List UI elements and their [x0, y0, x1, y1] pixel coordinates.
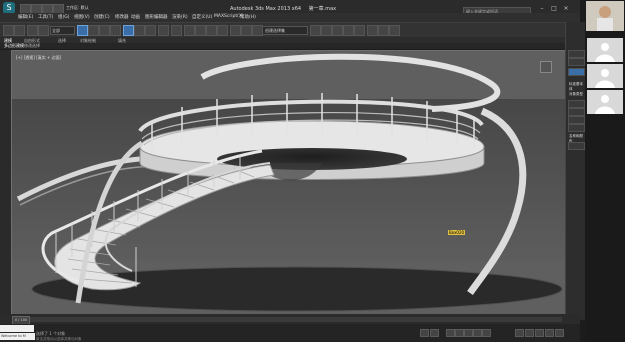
previous-frame-icon[interactable]: [455, 329, 464, 337]
edit-named-selection-icon[interactable]: [230, 25, 241, 36]
unlink-icon[interactable]: [38, 25, 49, 36]
viewcube-icon[interactable]: [540, 61, 552, 73]
menu-modifiers[interactable]: 修改器: [115, 14, 129, 20]
angle-snap-icon[interactable]: [195, 25, 206, 36]
object-category-dropdown[interactable]: [568, 68, 585, 76]
cp-standard-primitives[interactable]: 标准基本体: [569, 82, 586, 92]
presenter-avatar: [586, 1, 624, 31]
go-to-start-icon[interactable]: [446, 329, 455, 337]
schematic-view-icon[interactable]: [343, 25, 354, 36]
video-sidebar: [585, 0, 625, 342]
close-icon[interactable]: ×: [562, 5, 570, 13]
ribbon-panel: 多边形建模 修改选择: [0, 43, 565, 49]
set-key-icon[interactable]: [430, 329, 439, 337]
rendered-frame-window-icon[interactable]: [378, 25, 389, 36]
cp-object-type: 对象类型: [569, 92, 583, 96]
named-selection-set-dropdown[interactable]: 创建选择集: [262, 26, 308, 35]
command-panel: 标准基本体 对象类型 名称和颜色: [565, 22, 586, 320]
track-bar[interactable]: [14, 317, 562, 322]
modify-tab-icon[interactable]: [568, 58, 585, 66]
material-editor-icon[interactable]: [354, 25, 365, 36]
workspace-dropdown[interactable]: 工作区: 默认: [66, 5, 89, 11]
pivot-center-icon[interactable]: [171, 25, 182, 36]
menu-group[interactable]: 组(G): [58, 14, 70, 20]
layer-manager-icon[interactable]: [310, 25, 321, 36]
select-object-icon[interactable]: [77, 25, 88, 36]
zoom-all-icon[interactable]: [525, 329, 534, 337]
maximize-viewport-icon[interactable]: [555, 329, 564, 337]
zoom-icon[interactable]: [515, 329, 524, 337]
participant-tile[interactable]: [587, 90, 623, 114]
menu-rendering[interactable]: 渲染(R): [172, 14, 188, 20]
play-icon[interactable]: [464, 329, 473, 337]
maxscript-listener-input[interactable]: [0, 325, 34, 332]
menu-bar: 编辑(E) 工具(T) 组(G) 视图(V) 创建(C) 修改器 动画 图形编辑…: [0, 13, 580, 22]
viewport-label[interactable]: [+] [透视] [真实 + 边面]: [16, 54, 62, 60]
menu-tools[interactable]: 工具(T): [38, 14, 53, 20]
reference-coordinate-icon[interactable]: [158, 25, 169, 36]
cp-cone-button[interactable]: [568, 108, 585, 116]
render-setup-icon[interactable]: [367, 25, 378, 36]
webcam-feed: [586, 1, 624, 31]
ribbon-sub-polygon-modeling[interactable]: 多边形建模: [4, 43, 24, 49]
select-and-move-icon[interactable]: [123, 25, 134, 36]
orbit-icon[interactable]: [545, 329, 554, 337]
viewport-left-strip: [0, 50, 11, 314]
scene-render: [+] [透视] [真实 + 边面]: [12, 51, 566, 315]
maxscript-listener-output[interactable]: Welcome to M: [0, 333, 35, 340]
select-and-rotate-icon[interactable]: [134, 25, 145, 36]
status-bar: [0, 324, 580, 342]
mirror-icon[interactable]: [241, 25, 252, 36]
undo-icon[interactable]: [3, 25, 14, 36]
select-and-scale-icon[interactable]: [145, 25, 156, 36]
redo-icon[interactable]: [14, 25, 25, 36]
cp-cylinder-button[interactable]: [568, 124, 585, 132]
status-hint: 单击并拖动以选择并移动对象: [36, 337, 82, 341]
next-frame-icon[interactable]: [473, 329, 482, 337]
cp-name-field[interactable]: [568, 142, 585, 150]
maximize-icon[interactable]: □: [550, 5, 558, 13]
menu-animation[interactable]: 动画: [131, 14, 140, 20]
selection-filter-dropdown[interactable]: 全部: [50, 26, 75, 35]
menu-help[interactable]: 帮助(H): [240, 14, 256, 20]
graphite-toggle-icon[interactable]: [321, 25, 332, 36]
curve-editor-icon[interactable]: [332, 25, 343, 36]
snaps-toggle-icon[interactable]: [184, 25, 195, 36]
participant-tile[interactable]: [587, 64, 623, 88]
spinner-snap-icon[interactable]: [217, 25, 228, 36]
perspective-viewport[interactable]: [+] [透视] [真实 + 边面] Box020: [11, 50, 567, 316]
percent-snap-icon[interactable]: [206, 25, 217, 36]
cp-box-button[interactable]: [568, 100, 585, 108]
render-production-icon[interactable]: [389, 25, 400, 36]
main-toolbar: 全部 创建选择集: [0, 22, 565, 37]
cp-sphere-button[interactable]: [568, 116, 585, 124]
menu-graph-editors[interactable]: 图形编辑器: [145, 14, 168, 20]
file-name: 第一章.max: [308, 6, 337, 12]
minimize-icon[interactable]: –: [538, 5, 546, 13]
rectangular-selection-icon[interactable]: [99, 25, 110, 36]
go-to-end-icon[interactable]: [482, 329, 491, 337]
app-title: Autodesk 3ds Max 2013 x64: [230, 6, 302, 12]
window-title: Autodesk 3ds Max 2013 x64 第一章.max: [230, 5, 336, 12]
menu-edit[interactable]: 编辑(E): [18, 14, 33, 20]
menu-create[interactable]: 创建(C): [94, 14, 110, 20]
link-icon[interactable]: [27, 25, 38, 36]
pan-view-icon[interactable]: [535, 329, 544, 337]
menu-customize[interactable]: 自定义(U): [192, 14, 212, 20]
menu-views[interactable]: 视图(V): [74, 14, 90, 20]
auto-key-icon[interactable]: [420, 329, 429, 337]
window-crossing-icon[interactable]: [110, 25, 121, 36]
create-tab-icon[interactable]: [568, 50, 585, 58]
ribbon-sub-modify-selection[interactable]: 修改选择: [24, 43, 40, 49]
participant-tile[interactable]: [587, 38, 623, 62]
select-by-name-icon[interactable]: [88, 25, 99, 36]
object-tag: Box020: [448, 230, 466, 235]
